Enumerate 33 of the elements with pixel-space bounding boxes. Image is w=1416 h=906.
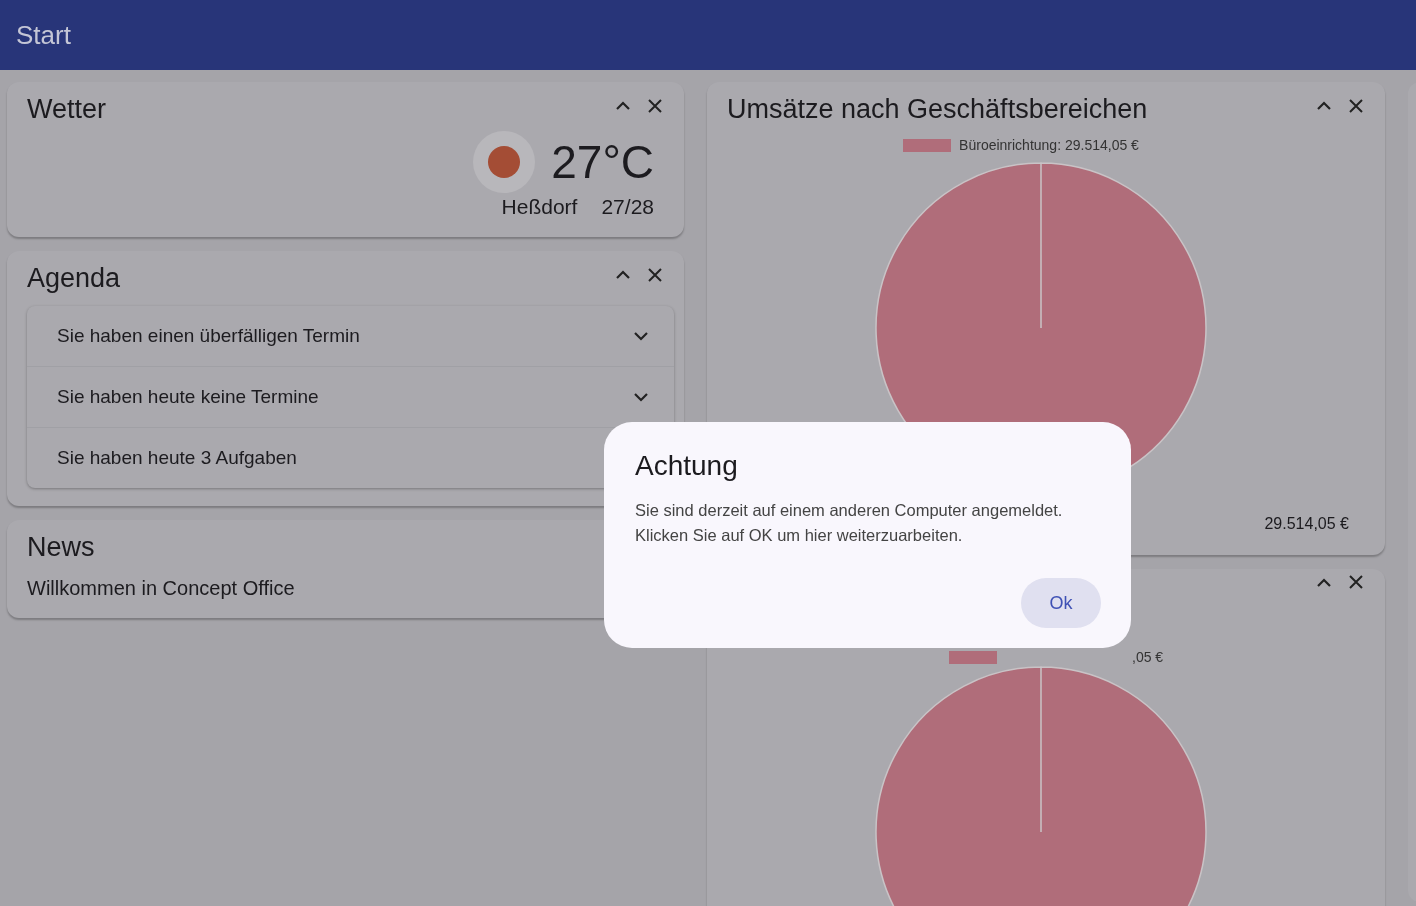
collapse-icon (616, 270, 630, 279)
chevron-down-icon (634, 331, 648, 341)
chevron-down-icon (634, 392, 648, 402)
collapse-icon (1317, 577, 1331, 587)
agenda-item[interactable]: Sie haben heute keine Termine (57, 386, 319, 408)
close-button[interactable] (646, 96, 664, 115)
card-title: Umsätze nach Geschäftsbereichen (727, 94, 1148, 125)
total-value: 29.514,05 € (1264, 515, 1349, 533)
temperature: 27°C (551, 135, 654, 189)
collapse-icon (1317, 101, 1331, 110)
sun-icon (473, 131, 536, 193)
legend-label: ,05 € (1132, 649, 1164, 665)
location: Heßdorf (501, 195, 578, 219)
card-title: Agenda (27, 263, 121, 294)
close-icon (648, 267, 662, 282)
agenda-item[interactable]: Sie haben heute 3 Aufgaben (57, 447, 297, 469)
legend-label: Büroeinrichtung: 29.514,05 € (959, 137, 1139, 153)
page-title: Start (16, 19, 71, 51)
card-title: News (27, 532, 95, 563)
close-button[interactable] (1347, 96, 1365, 115)
agenda-item[interactable]: Sie haben einen überfälligen Termin (57, 325, 360, 347)
ok-button[interactable]: Ok (1021, 578, 1101, 628)
close-button[interactable] (1347, 573, 1365, 591)
dialog-title: Achtung (635, 450, 739, 482)
close-icon (1349, 98, 1363, 113)
collapse-icon (616, 101, 630, 110)
card-title: Wetter (27, 94, 107, 125)
news-text: Willkommen in Concept Office (27, 577, 296, 600)
dialog-message: Sie sind derzeit auf einem anderen Computer angemeldet. Klicken Sie auf OK um hier weiterzuarbeiten. (635, 500, 1064, 546)
close-icon (1349, 575, 1363, 589)
close-button[interactable] (646, 265, 664, 284)
temperature-range: 27/28 (601, 195, 654, 219)
close-icon (648, 98, 662, 113)
